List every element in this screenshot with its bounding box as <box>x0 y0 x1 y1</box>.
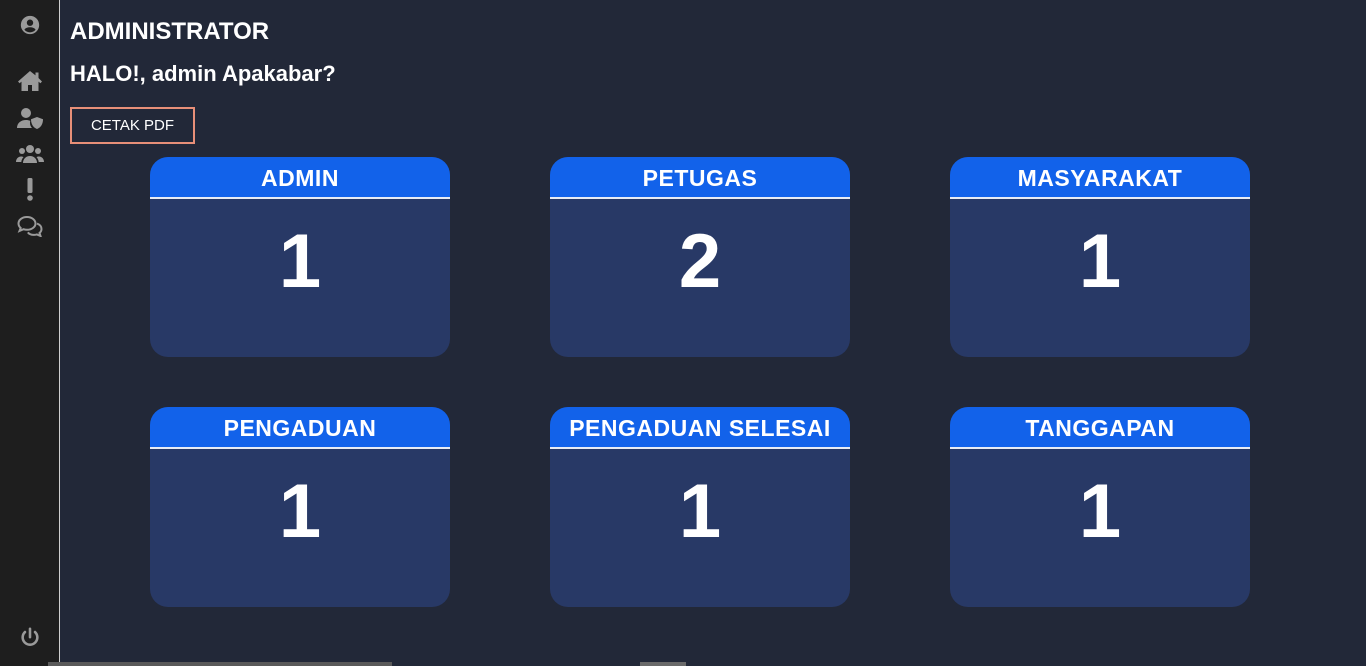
main-content: ADMINISTRATOR HALO!, admin Apakabar? CET… <box>60 0 1366 666</box>
sidebar <box>0 0 60 666</box>
card-admin[interactable]: ADMIN 1 <box>150 157 450 357</box>
greeting-text: HALO!, admin Apakabar? <box>70 61 336 86</box>
users-icon[interactable] <box>16 140 44 168</box>
card-masyarakat[interactable]: MASYARAKAT 1 <box>950 157 1250 357</box>
card-count: 2 <box>678 219 722 304</box>
card-label: PENGADUAN <box>150 407 450 449</box>
power-icon[interactable] <box>16 624 44 652</box>
card-count: 1 <box>1078 219 1122 304</box>
card-count: 1 <box>278 469 322 554</box>
page-title: ADMINISTRATOR <box>70 18 270 45</box>
card-pengaduan[interactable]: PENGADUAN 1 <box>150 407 450 607</box>
card-label: PENGADUAN SELESAI <box>550 407 850 449</box>
scrollbar-thumb[interactable] <box>640 662 686 666</box>
user-circle-icon[interactable] <box>16 11 44 39</box>
card-label: TANGGAPAN <box>950 407 1250 449</box>
card-label: ADMIN <box>150 157 450 199</box>
card-label: MASYARAKAT <box>950 157 1250 199</box>
card-label: PETUGAS <box>550 157 850 199</box>
user-shield-icon[interactable] <box>16 104 44 132</box>
card-count: 1 <box>1078 469 1122 554</box>
card-pengaduan-selesai[interactable]: PENGADUAN SELESAI 1 <box>550 407 850 607</box>
exclamation-icon[interactable] <box>16 175 44 203</box>
card-count: 1 <box>278 219 322 304</box>
print-pdf-button[interactable]: CETAK PDF <box>70 107 195 144</box>
home-icon[interactable] <box>16 67 44 95</box>
horizontal-scrollbar[interactable] <box>48 662 392 666</box>
card-petugas[interactable]: PETUGAS 2 <box>550 157 850 357</box>
card-tanggapan[interactable]: TANGGAPAN 1 <box>950 407 1250 607</box>
comments-icon[interactable] <box>16 212 44 240</box>
card-count: 1 <box>678 469 722 554</box>
